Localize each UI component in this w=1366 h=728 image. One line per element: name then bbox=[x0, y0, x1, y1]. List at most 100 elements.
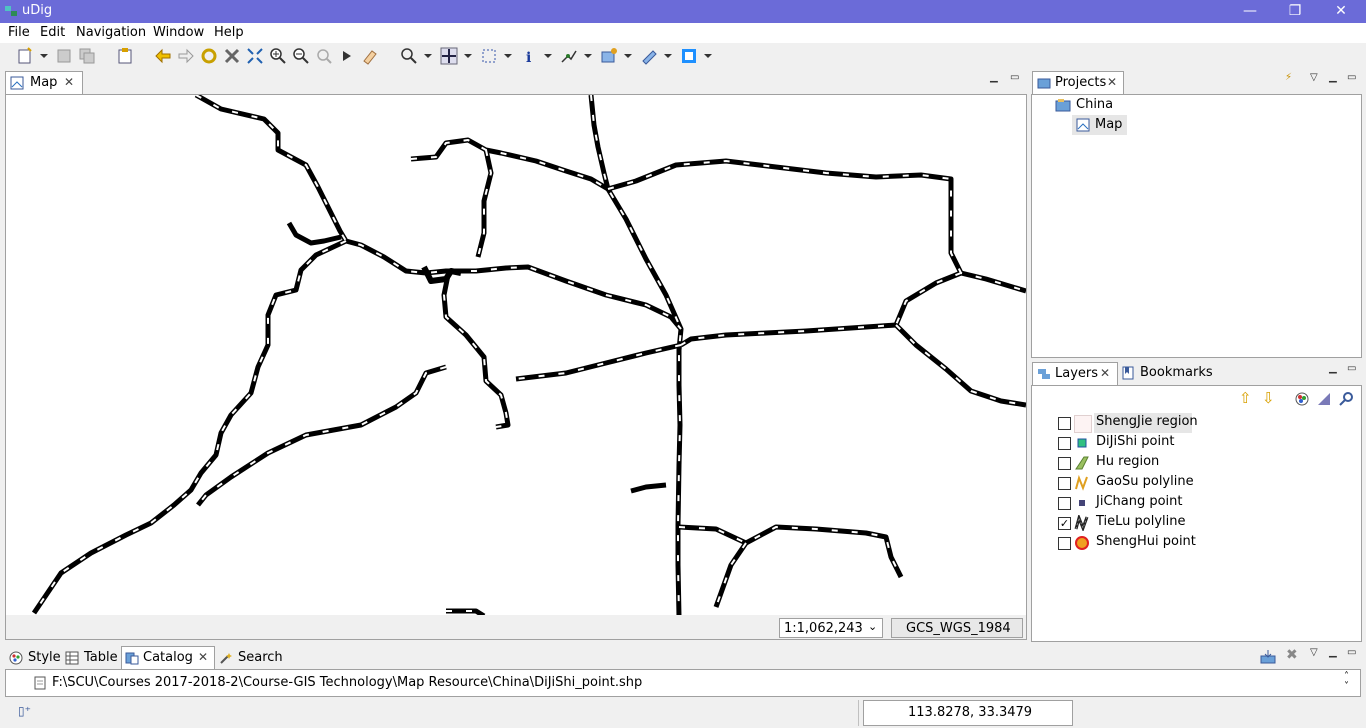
map-canvas[interactable] bbox=[5, 94, 1027, 617]
layer-row-hu[interactable]: Hu region bbox=[1058, 453, 1358, 473]
minimize-map-icon[interactable]: ▁ bbox=[990, 72, 998, 83]
pan-dropdown-icon[interactable] bbox=[464, 54, 472, 58]
close-projects-tab-icon[interactable]: ✕ bbox=[1107, 75, 1117, 89]
save-icon[interactable] bbox=[55, 47, 73, 65]
view-menu-icon[interactable]: ▽ bbox=[1310, 72, 1318, 83]
layer-checkbox[interactable] bbox=[1058, 437, 1071, 450]
select-box-icon[interactable] bbox=[480, 47, 498, 65]
style-box-icon[interactable] bbox=[680, 47, 698, 65]
menu-edit[interactable]: Edit bbox=[40, 25, 65, 40]
create-dropdown-icon[interactable] bbox=[624, 54, 632, 58]
tree-item-map[interactable]: Map bbox=[1072, 115, 1127, 135]
minimize-button[interactable]: — bbox=[1227, 0, 1273, 23]
menu-help[interactable]: Help bbox=[214, 25, 244, 40]
scale-combo[interactable]: 1:1,062,243 ⌄ bbox=[779, 618, 883, 638]
catalog-file-path[interactable]: F:\SCU\Courses 2017-2018-2\Course-GIS Te… bbox=[52, 675, 642, 690]
import-icon[interactable] bbox=[1260, 650, 1276, 664]
move-up-icon[interactable]: ⇧ bbox=[1239, 389, 1252, 407]
scroll-arrows-icon[interactable]: ˄ ˅ bbox=[1344, 672, 1349, 692]
edit-dropdown-icon[interactable] bbox=[584, 54, 592, 58]
railway-map-svg[interactable] bbox=[6, 95, 1026, 616]
maximize-bottom-icon[interactable]: ▭ bbox=[1347, 647, 1356, 658]
move-down-icon[interactable]: ⇩ bbox=[1262, 389, 1275, 407]
tree-item-map-label: Map bbox=[1095, 117, 1123, 132]
layer-label: Hu region bbox=[1096, 454, 1160, 469]
link-icon[interactable]: ⚡ bbox=[1285, 72, 1292, 83]
back-arrow-icon[interactable] bbox=[154, 47, 172, 65]
tab-map[interactable]: Map ✕ bbox=[5, 71, 83, 94]
layer-row-shenghui[interactable]: ShengHui point bbox=[1058, 533, 1358, 553]
style-dropdown-icon[interactable] bbox=[704, 54, 712, 58]
refresh-icon[interactable] bbox=[200, 47, 218, 65]
stop-icon[interactable] bbox=[223, 47, 241, 65]
close-catalog-tab-icon[interactable]: ✕ bbox=[198, 650, 208, 664]
layer-properties-icon[interactable] bbox=[1338, 391, 1354, 407]
crs-box[interactable]: GCS_WGS_1984 bbox=[891, 618, 1023, 638]
fast-view-icon[interactable]: ▯⁺ bbox=[18, 704, 31, 718]
view-menu-bottom-icon[interactable]: ▽ bbox=[1310, 647, 1318, 658]
search-dropdown-icon[interactable] bbox=[424, 54, 432, 58]
minimize-bottom-icon[interactable]: ▁ bbox=[1329, 647, 1337, 658]
project-icon bbox=[1055, 99, 1071, 112]
close-map-tab-icon[interactable]: ✕ bbox=[64, 75, 74, 89]
zoom-in-icon[interactable] bbox=[269, 47, 287, 65]
zoom-out-icon[interactable] bbox=[292, 47, 310, 65]
project-china[interactable]: China bbox=[1076, 97, 1113, 112]
layer-checkbox[interactable] bbox=[1058, 457, 1071, 470]
zoom-selection-icon[interactable] bbox=[315, 47, 333, 65]
layer-row-shengjie[interactable]: ShengJie region bbox=[1058, 413, 1358, 433]
menu-window[interactable]: Window bbox=[153, 25, 204, 40]
maximize-map-icon[interactable]: ▭ bbox=[1010, 72, 1019, 83]
tab-layers[interactable]: Layers ✕ bbox=[1032, 362, 1118, 385]
create-feature-icon[interactable] bbox=[600, 47, 618, 65]
eraser-icon[interactable] bbox=[361, 47, 379, 65]
search-icon[interactable] bbox=[400, 47, 418, 65]
bottom-tab-header: Style Table Catalog ✕ Search ✖ ▽ ▁ ▭ bbox=[4, 645, 1361, 669]
color-palette-icon[interactable] bbox=[1294, 391, 1310, 407]
close-window-button[interactable]: ✕ bbox=[1318, 0, 1364, 23]
layer-checkbox[interactable] bbox=[1058, 477, 1071, 490]
forward-arrow-icon[interactable] bbox=[177, 47, 195, 65]
line-orange-icon bbox=[1075, 475, 1088, 491]
remove-icon[interactable]: ✖ bbox=[1286, 647, 1298, 663]
tab-style[interactable]: Style bbox=[6, 647, 62, 669]
info-dropdown-icon[interactable] bbox=[544, 54, 552, 58]
tab-catalog[interactable]: Catalog ✕ bbox=[121, 646, 215, 669]
new-dropdown-icon[interactable] bbox=[40, 54, 48, 58]
feature-tool-icon[interactable] bbox=[640, 47, 658, 65]
clipboard-icon[interactable] bbox=[116, 47, 134, 65]
info-icon[interactable]: i bbox=[520, 47, 538, 65]
layer-checkbox[interactable] bbox=[1058, 417, 1071, 430]
menu-navigation[interactable]: Navigation bbox=[76, 25, 146, 40]
rail-line bbox=[410, 137, 610, 192]
restore-button[interactable]: ❐ bbox=[1272, 0, 1318, 23]
layer-row-tielu[interactable]: ✓ TieLu polyline bbox=[1058, 513, 1358, 533]
layer-style-icon[interactable] bbox=[1316, 391, 1332, 407]
close-layers-tab-icon[interactable]: ✕ bbox=[1100, 366, 1110, 380]
menu-file[interactable]: File bbox=[8, 25, 30, 40]
save-all-icon[interactable] bbox=[78, 47, 96, 65]
layer-checkbox-checked[interactable]: ✓ bbox=[1058, 517, 1071, 530]
pan-icon[interactable] bbox=[440, 47, 458, 65]
next-icon[interactable] bbox=[338, 47, 356, 65]
layer-checkbox[interactable] bbox=[1058, 497, 1071, 510]
feature-dropdown-icon[interactable] bbox=[664, 54, 672, 58]
maximize-projects-icon[interactable]: ▭ bbox=[1347, 72, 1356, 83]
new-icon[interactable] bbox=[16, 47, 34, 65]
zoom-extent-icon[interactable] bbox=[246, 47, 264, 65]
layer-row-gaosu[interactable]: GaoSu polyline bbox=[1058, 473, 1358, 493]
minimize-projects-icon[interactable]: ▁ bbox=[1329, 72, 1337, 83]
layer-row-dijishi[interactable]: DiJiShi point bbox=[1058, 433, 1358, 453]
edit-geometry-icon[interactable] bbox=[560, 47, 578, 65]
tab-table[interactable]: Table bbox=[62, 647, 120, 669]
tab-bookmarks[interactable]: Bookmarks bbox=[1117, 362, 1213, 384]
layer-checkbox[interactable] bbox=[1058, 537, 1071, 550]
bookmark-icon bbox=[1122, 366, 1134, 380]
layer-row-jichang[interactable]: JiChang point bbox=[1058, 493, 1358, 513]
layer-list: ShengJie region DiJiShi point Hu region … bbox=[1058, 413, 1358, 613]
tab-projects[interactable]: Projects ✕ bbox=[1032, 71, 1124, 94]
maximize-layers-icon[interactable]: ▭ bbox=[1347, 363, 1356, 374]
tab-search[interactable]: Search bbox=[216, 647, 283, 669]
select-dropdown-icon[interactable] bbox=[504, 54, 512, 58]
minimize-layers-icon[interactable]: ▁ bbox=[1329, 363, 1337, 374]
